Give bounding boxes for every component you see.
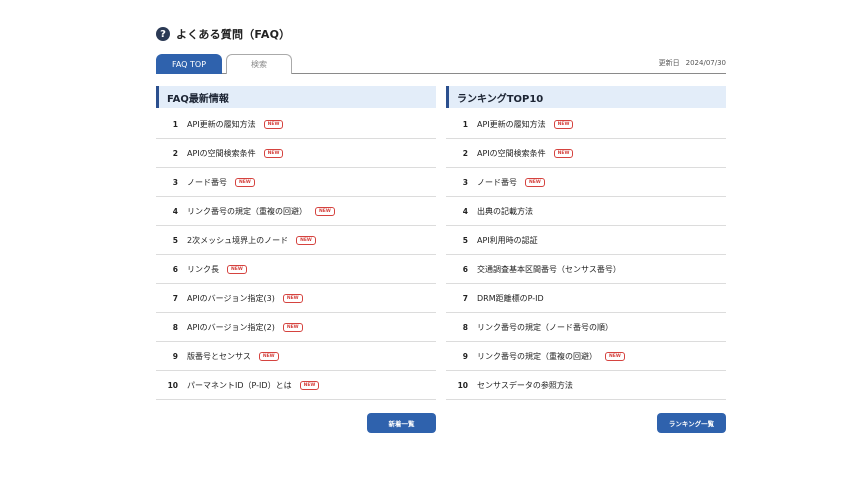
list-item[interactable]: 8 リンク番号の規定（ノード番号の順） [446,313,726,342]
page-title: よくある質問（FAQ） [176,28,291,41]
new-badge: NEW [263,148,284,158]
new-badge: NEW [296,235,316,245]
ranking-panel: ランキングTOP10 1 API更新の履知方法 NEW 2 APIの空間検索条件 NEW 3… [446,86,726,400]
list-item[interactable]: 10 パーマネントID（P-ID）とは NEW [156,371,436,400]
new-badge: NEW [605,351,625,361]
item-link[interactable]: 出典の記載方法 [477,206,533,217]
list-item[interactable]: 3 ノード番号 NEW [446,168,726,197]
item-link[interactable]: リンク番号の規定（重複の回避） [477,351,597,362]
new-badge: NEW [525,177,545,187]
item-link[interactable]: センサスデータの参照方法 [477,380,573,391]
latest-faq-heading: FAQ最新情報 [156,86,436,108]
list-item[interactable]: 1 API更新の履知方法 NEW [156,110,436,139]
item-link[interactable]: API利用時の認証 [477,235,538,246]
page-header: ? よくある質問（FAQ） [156,26,290,42]
update-date-label: 更新日 [658,59,680,67]
item-link[interactable]: DRM距離標のP-ID [477,293,544,304]
item-link[interactable]: API更新の履知方法 [477,119,546,130]
latest-faq-panel: FAQ最新情報 1 API更新の履知方法 NEW 2 APIの空間検索条件 NEW 3 ノード… [156,86,436,400]
item-link[interactable]: 交通調査基本区間番号（センサス番号） [477,264,621,275]
item-number: 5 [172,235,178,245]
item-link[interactable]: リンク長 [187,264,219,275]
list-item[interactable]: 5 API利用時の認証 [446,226,726,255]
new-badge: NEW [227,264,247,274]
new-badge: NEW [258,351,279,361]
item-link[interactable]: API更新の履知方法 [187,119,256,130]
item-number: 2 [462,148,468,158]
item-link[interactable]: APIの空間検索条件 [187,148,256,159]
question-circle-icon: ? [156,27,170,41]
item-link[interactable]: APIのバージョン指定(3) [187,293,275,304]
item-link[interactable]: APIの空間検索条件 [477,148,546,159]
list-item[interactable]: 5 2次メッシュ境界上のノード NEW [156,226,436,255]
list-item[interactable]: 2 APIの空間検索条件 NEW [156,139,436,168]
list-item[interactable]: 3 ノード番号 NEW [156,168,436,197]
list-item[interactable]: 9 版番号とセンサス NEW [156,342,436,371]
item-link[interactable]: 版番号とセンサス [187,351,251,362]
new-list-button[interactable]: 新着一覧 [367,413,436,433]
item-link[interactable]: APIのバージョン指定(2) [187,322,275,333]
list-item[interactable]: 6 交通調査基本区間番号（センサス番号） [446,255,726,284]
item-number: 1 [172,119,178,129]
new-badge: NEW [235,177,255,187]
list-item[interactable]: 8 APIのバージョン指定(2) NEW [156,313,436,342]
list-item[interactable]: 1 API更新の履知方法 NEW [446,110,726,139]
new-badge: NEW [282,322,303,332]
new-badge: NEW [553,119,574,129]
item-link[interactable]: ノード番号 [187,177,227,188]
item-number: 6 [172,264,178,274]
item-number: 10 [457,380,468,390]
item-number: 7 [462,293,468,303]
item-link[interactable]: リンク番号の規定（ノード番号の順） [477,322,613,333]
item-number: 7 [172,293,178,303]
item-number: 1 [462,119,468,129]
tab-faq-top[interactable]: FAQ TOP [156,54,222,74]
item-number: 6 [462,264,468,274]
tab-bar: FAQ TOP 検索 更新日 2024/07/30 [156,54,726,74]
new-badge: NEW [282,293,303,303]
list-item[interactable]: 7 DRM距離標のP-ID [446,284,726,313]
list-item[interactable]: 10 センサスデータの参照方法 [446,371,726,400]
update-date-value: 2024/07/30 [685,59,726,67]
item-number: 9 [462,351,468,361]
latest-faq-list: 1 API更新の履知方法 NEW 2 APIの空間検索条件 NEW 3 ノード番号 NEW 4 リン… [156,110,436,400]
tab-search[interactable]: 検索 [226,54,292,74]
item-number: 8 [172,322,178,332]
list-item[interactable]: 9 リンク番号の規定（重複の回避） NEW [446,342,726,371]
new-badge: NEW [299,380,320,390]
item-number: 9 [172,351,178,361]
item-number: 4 [462,206,468,216]
item-number: 3 [462,177,468,187]
ranking-list-button[interactable]: ランキング一覧 [657,413,726,433]
list-item[interactable]: 4 リンク番号の規定（重複の回避） NEW [156,197,436,226]
item-number: 4 [172,206,178,216]
ranking-list: 1 API更新の履知方法 NEW 2 APIの空間検索条件 NEW 3 ノード番号 NEW 4 出典… [446,110,726,400]
list-item[interactable]: 7 APIのバージョン指定(3) NEW [156,284,436,313]
list-item[interactable]: 6 リンク長 NEW [156,255,436,284]
item-link[interactable]: パーマネントID（P-ID）とは [187,380,292,391]
item-number: 10 [167,380,178,390]
update-date: 更新日 2024/07/30 [659,58,726,68]
list-item[interactable]: 2 APIの空間検索条件 NEW [446,139,726,168]
item-link[interactable]: ノード番号 [477,177,517,188]
item-link[interactable]: リンク番号の規定（重複の回避） [187,206,307,217]
list-item[interactable]: 4 出典の記載方法 [446,197,726,226]
item-number: 3 [172,177,178,187]
item-number: 2 [172,148,178,158]
item-link[interactable]: 2次メッシュ境界上のノード [187,235,288,246]
new-badge: NEW [263,119,284,129]
ranking-heading: ランキングTOP10 [446,86,726,108]
item-number: 5 [462,235,468,245]
new-badge: NEW [315,206,335,216]
new-badge: NEW [553,148,574,158]
item-number: 8 [462,322,468,332]
